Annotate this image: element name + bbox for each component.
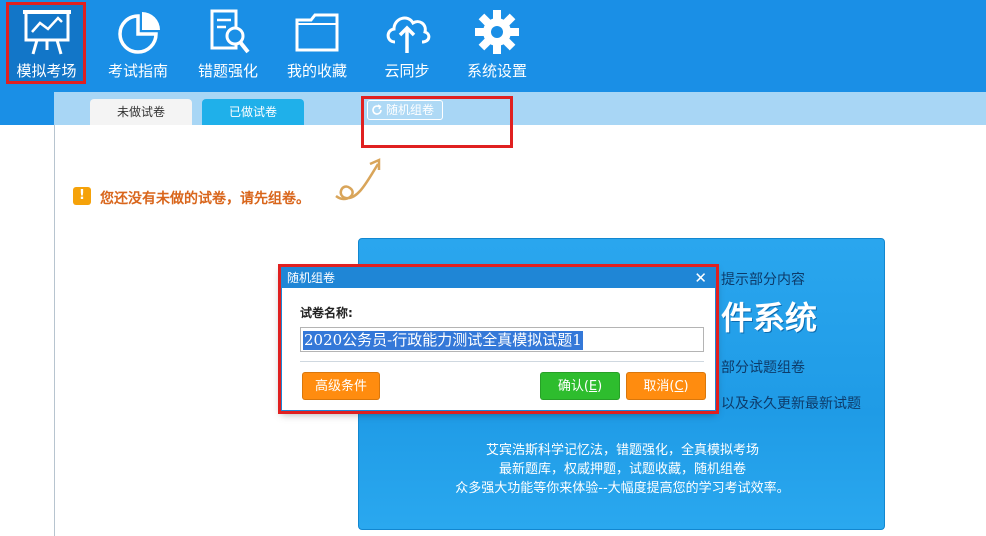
promo-line: 提示部分内容 [721,272,805,288]
toolbar-item-exam-guide[interactable]: 考试指南 [101,4,175,84]
toolbar-label: 考试指南 [107,62,168,80]
tab-done-papers[interactable]: 已做试卷 [202,99,304,125]
empty-hint: 您还没有未做的试卷，请先组卷。 [100,191,310,207]
document-magnifier-icon [210,9,250,54]
app-window: 模拟考场 考试指南 错题强化 我的收藏 云同步 系统设置 未做试卷 已做试卷 随… [0,0,986,536]
tab-undone-papers[interactable]: 未做试卷 [90,99,192,125]
gear-icon [475,10,519,54]
toolbar-item-favorites[interactable]: 我的收藏 [280,4,354,84]
divider [54,125,55,536]
curly-arrow-icon [335,158,381,201]
highlight-box-dialog [278,264,719,414]
promo-footer: 艾宾浩斯科学记忆法，错题强化，全真模拟考场 [485,443,759,458]
folder-icon [295,13,339,52]
toolbar-label: 系统设置 [466,62,527,80]
highlight-box-exam-room [6,2,86,84]
toolbar-label: 云同步 [384,62,430,80]
promo-headline: 件系统 [721,299,818,337]
toolbar-item-settings[interactable]: 系统设置 [460,4,534,84]
promo-footer: 众多强大功能等你来体验--大幅度提高您的学习考试效率。 [455,481,790,496]
cloud-upload-icon [386,16,431,53]
toolbar-item-wrong-questions[interactable]: 错题强化 [191,4,265,84]
main-toolbar: 模拟考场 考试指南 错题强化 我的收藏 云同步 系统设置 [0,0,986,92]
highlight-box-random [361,96,513,148]
sidebar-edge [0,92,54,125]
warning-icon: ! [73,187,91,205]
promo-line: 以及永久更新最新试题 [721,396,861,412]
promo-footer: 最新题库，权威押题，试题收藏，随机组卷 [498,462,746,477]
promo-line: 部分试题组卷 [721,360,805,376]
toolbar-label: 我的收藏 [286,62,347,80]
toolbar-item-cloud-sync[interactable]: 云同步 [372,4,442,84]
toolbar-label: 错题强化 [197,62,258,80]
pie-chart-icon [118,12,160,54]
